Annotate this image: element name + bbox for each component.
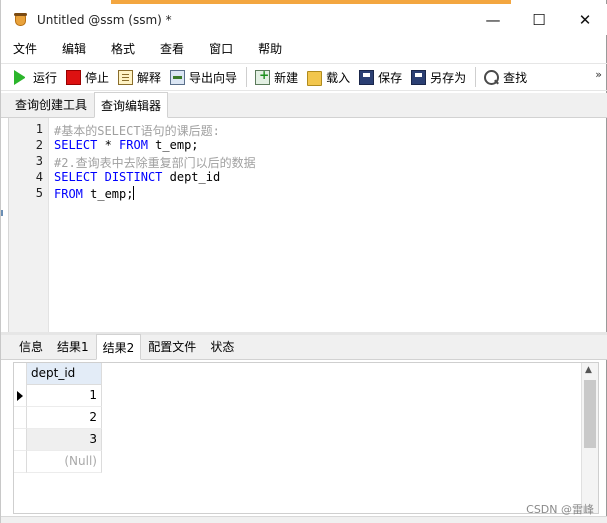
toolbar-divider	[475, 67, 477, 87]
stop-label: 停止	[85, 70, 110, 85]
tab-result-1[interactable]: 结果1	[50, 333, 96, 359]
result-grid: dept_id 1 2 3 (Null) ▲	[13, 362, 599, 514]
save-button[interactable]: 保存	[359, 69, 402, 86]
new-label: 新建	[274, 70, 299, 85]
explain-button[interactable]: 解释	[118, 69, 161, 86]
table-row[interactable]: (Null)	[14, 451, 102, 473]
line-number: 3	[35, 154, 43, 168]
explain-label: 解释	[137, 70, 162, 85]
line-number: 5	[35, 186, 43, 200]
tab-query-editor[interactable]: 查询编辑器	[94, 92, 169, 118]
editor-tab-strip: 查询创建工具 查询编辑器	[1, 91, 607, 118]
run-button[interactable]: 运行	[12, 69, 57, 86]
toolbar-divider	[246, 67, 248, 87]
code-line: SELECT * FROM t_emp;	[54, 138, 199, 152]
tab-info[interactable]: 信息	[12, 333, 50, 359]
new-button[interactable]: 新建	[255, 68, 299, 86]
toolbar-overflow-icon[interactable]: »	[595, 68, 602, 81]
line-number: 1	[35, 122, 43, 136]
grid-cell-null[interactable]: (Null)	[27, 451, 102, 473]
save-label: 保存	[378, 70, 403, 85]
menu-help[interactable]: 帮助	[258, 40, 282, 57]
horizontal-scrollbar[interactable]	[1, 516, 607, 523]
navicat-window: Untitled @ssm (ssm) * — ☐ ✕ 文件 编辑 格式 查看 …	[0, 0, 607, 523]
menu-view[interactable]: 查看	[160, 40, 184, 57]
row-selector[interactable]	[14, 429, 27, 451]
line-number: 2	[35, 138, 43, 152]
row-selector[interactable]	[14, 451, 27, 473]
tab-result-2[interactable]: 结果2	[95, 334, 142, 360]
text-cursor	[133, 186, 135, 200]
grid-header: dept_id	[14, 363, 598, 385]
menu-format[interactable]: 格式	[111, 40, 135, 57]
scrollbar-thumb[interactable]	[584, 380, 596, 448]
menu-window[interactable]: 窗口	[209, 40, 233, 57]
close-button[interactable]: ✕	[562, 4, 607, 35]
save-icon	[359, 69, 375, 85]
load-button[interactable]: 载入	[307, 69, 350, 86]
find-label: 查找	[503, 70, 528, 85]
stop-icon	[66, 69, 82, 85]
tab-status[interactable]: 状态	[203, 333, 241, 359]
save-as-icon	[411, 69, 427, 85]
column-header-dept-id[interactable]: dept_id	[27, 363, 102, 385]
tab-profile[interactable]: 配置文件	[141, 333, 203, 359]
sql-editor[interactable]: 1 2 3 4 5 #基本的SELECT语句的课后题: SELECT * FRO…	[8, 118, 604, 332]
tab-query-builder[interactable]: 查询创建工具	[8, 91, 94, 117]
title-bar: Untitled @ssm (ssm) * — ☐ ✕	[1, 4, 607, 35]
code-line: #基本的SELECT语句的课后题:	[54, 124, 220, 138]
menu-file[interactable]: 文件	[13, 40, 37, 57]
menu-edit[interactable]: 编辑	[62, 40, 86, 57]
scroll-up-icon[interactable]: ▲	[585, 365, 592, 375]
side-marker	[1, 210, 3, 216]
load-label: 载入	[326, 70, 351, 85]
save-as-label: 另存为	[430, 70, 467, 85]
export-label: 导出向导	[189, 70, 238, 85]
folder-icon	[307, 70, 323, 86]
table-row[interactable]: 2	[14, 407, 102, 429]
code-line: SELECT DISTINCT dept_id	[54, 170, 221, 184]
line-number-gutter: 1 2 3 4 5	[9, 118, 49, 332]
row-selector[interactable]	[14, 385, 27, 407]
stop-button[interactable]: 停止	[66, 69, 109, 86]
navicat-app-icon	[13, 12, 29, 28]
table-row[interactable]: 1	[14, 385, 102, 407]
vertical-scrollbar[interactable]: ▲	[581, 363, 598, 513]
minimize-button[interactable]: —	[470, 4, 516, 35]
grid-cell[interactable]: 2	[27, 407, 102, 429]
grid-cell[interactable]: 3	[27, 429, 102, 451]
menu-bar: 文件 编辑 格式 查看 窗口 帮助	[1, 36, 607, 60]
run-label: 运行	[33, 70, 58, 85]
find-button[interactable]: 查找	[484, 69, 527, 86]
result-tab-strip: 信息 结果1 结果2 配置文件 状态	[1, 333, 607, 360]
row-selector[interactable]	[14, 407, 27, 429]
save-as-button[interactable]: 另存为	[411, 69, 466, 86]
explain-icon	[118, 69, 134, 85]
play-icon	[14, 69, 29, 85]
window-title: Untitled @ssm (ssm) *	[37, 12, 172, 27]
export-icon	[170, 69, 186, 85]
current-row-icon	[17, 391, 23, 401]
code-line: #2.查询表中去除重复部门以后的数据	[54, 156, 256, 170]
table-row[interactable]: 3	[14, 429, 102, 451]
watermark: CSDN @雷峰	[526, 503, 594, 516]
export-wizard-button[interactable]: 导出向导	[170, 69, 237, 86]
window-controls: — ☐ ✕	[470, 4, 607, 35]
grid-cell[interactable]: 1	[27, 385, 102, 407]
new-query-icon	[255, 68, 271, 85]
toolbar: 运行 停止 解释 导出向导 新建 载入 保存 另存为	[1, 63, 607, 91]
search-icon	[484, 69, 500, 85]
maximize-button[interactable]: ☐	[516, 4, 562, 35]
grid-corner	[14, 363, 27, 385]
code-line: FROM t_emp;	[54, 186, 135, 201]
line-number: 4	[35, 170, 43, 184]
